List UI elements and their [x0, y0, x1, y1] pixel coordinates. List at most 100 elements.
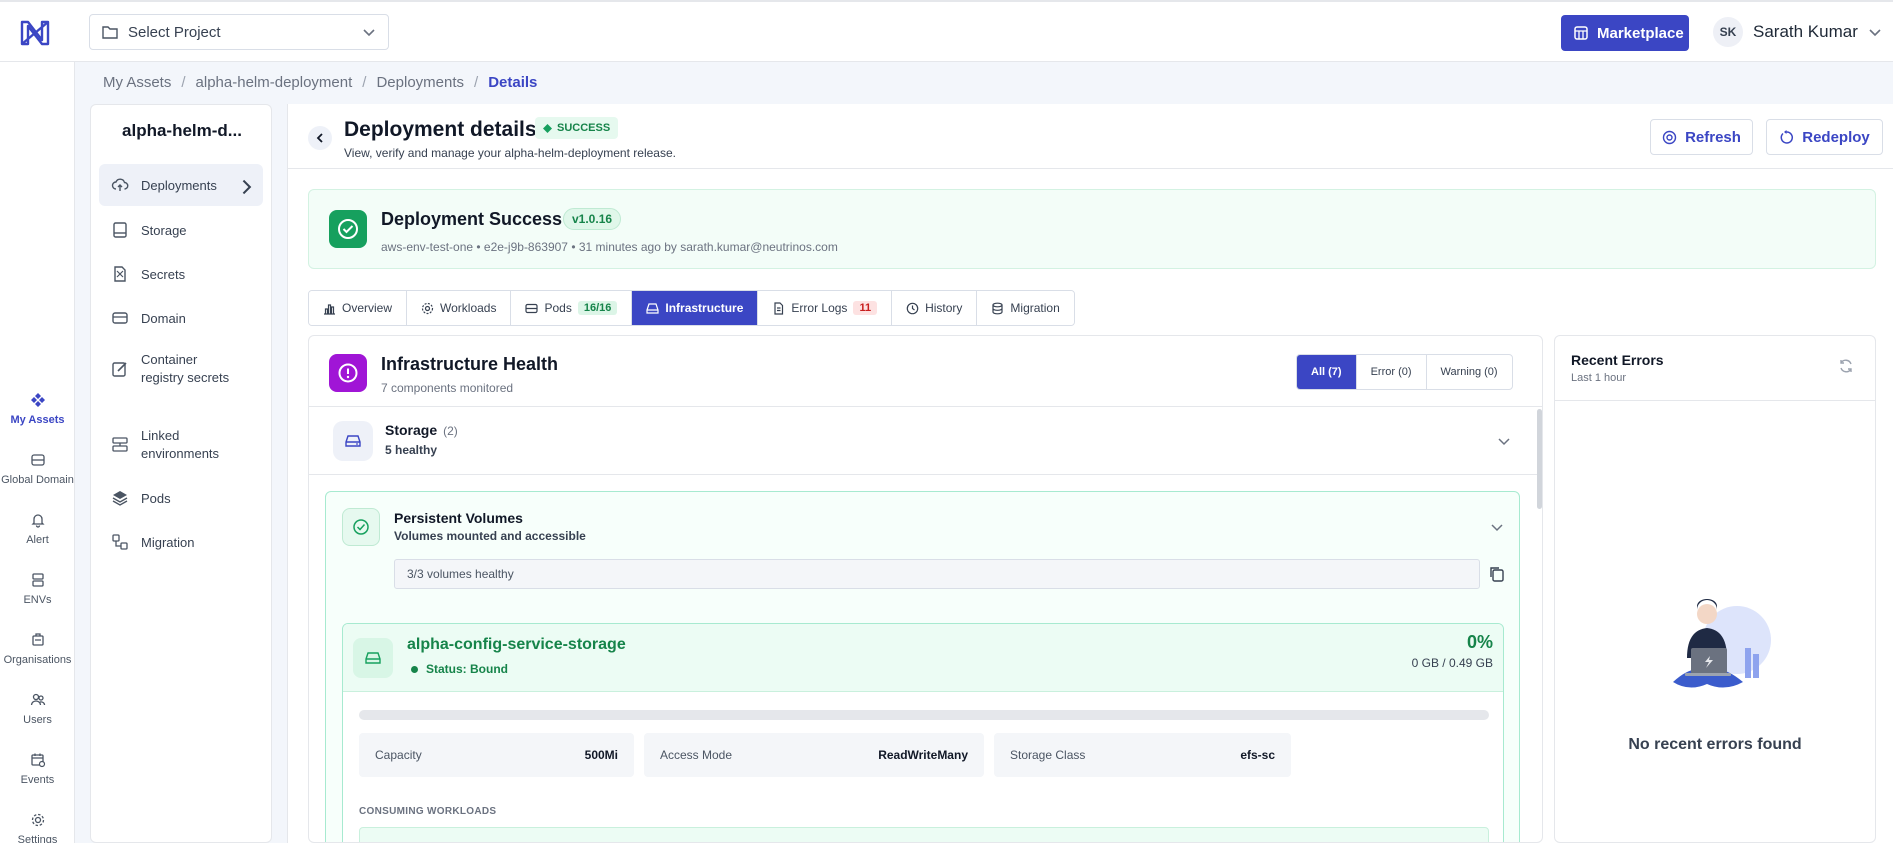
rail-item-my-assets[interactable]: My Assets — [0, 392, 75, 426]
project-select[interactable]: Select Project — [89, 14, 389, 50]
sidebar-item-label: Migration — [141, 534, 195, 550]
rail-item-alert[interactable]: Alert — [0, 512, 75, 546]
linked-env-icon — [111, 436, 129, 454]
deployment-meta: aws-env-test-one • e2e-j9b-863907 • 31 m… — [381, 240, 838, 254]
refresh-icon[interactable] — [1838, 358, 1854, 374]
rail-item-settings[interactable]: Settings — [0, 812, 75, 843]
database-icon — [991, 302, 1004, 315]
recent-errors-subtitle: Last 1 hour — [1571, 372, 1627, 384]
consuming-workload-item[interactable] — [359, 827, 1489, 842]
breadcrumb-my-assets[interactable]: My Assets — [103, 74, 171, 91]
refresh-button[interactable]: Refresh — [1650, 119, 1753, 155]
rail-item-label: Events — [20, 774, 55, 786]
page-subtitle: View, verify and manage your alpha-helm-… — [344, 146, 676, 160]
rail-item-label: Users — [23, 714, 52, 726]
rail-item-events[interactable]: Events — [0, 752, 75, 786]
sidebar-item-migration[interactable]: Migration — [99, 533, 263, 551]
edit-icon — [111, 360, 129, 378]
page-title: Deployment details — [344, 118, 537, 141]
chart-icon — [323, 302, 336, 315]
rail-item-users[interactable]: Users — [0, 692, 75, 726]
sidebar-item-storage[interactable]: Storage — [99, 221, 263, 239]
infrastructure-title: Infrastructure Health — [381, 354, 559, 374]
building-icon — [30, 632, 46, 648]
breadcrumb-deployment[interactable]: alpha-helm-deployment — [196, 74, 353, 91]
consuming-workloads-label: CONSUMING WORKLOADS — [359, 806, 497, 817]
divider — [1555, 400, 1875, 401]
refresh-label: Refresh — [1685, 128, 1741, 146]
sidebar-item-label: Deployments — [141, 177, 217, 193]
sidebar-item-linked-environments[interactable]: Linked environments — [99, 427, 263, 463]
storage-title: Storage (2) — [385, 422, 458, 438]
sidebar-item-label: Pods — [141, 490, 171, 506]
tab-history[interactable]: History — [892, 291, 978, 325]
hdd-icon — [333, 421, 373, 461]
breadcrumb-separator: / — [181, 74, 186, 91]
rail-item-organisations[interactable]: Organisations — [0, 632, 75, 666]
prop-storage-class: Storage Class efs-sc — [994, 733, 1291, 777]
prop-value: 500Mi — [584, 748, 618, 762]
volume-header: alpha-config-service-storage Status: Bou… — [343, 624, 1503, 692]
gear-icon — [30, 812, 46, 828]
deployment-success-card: Deployment Success v1.0.16 aws-env-test-… — [308, 189, 1876, 269]
sidebar-item-container-registry[interactable]: Container registry secrets — [99, 351, 263, 387]
chevron-down-icon[interactable] — [1490, 520, 1504, 534]
tab-label: Pods — [544, 301, 572, 315]
chevron-down-icon[interactable] — [1497, 434, 1511, 448]
tab-workloads[interactable]: Workloads — [407, 291, 512, 325]
scrollbar[interactable] — [1537, 409, 1542, 509]
check-circle-icon — [342, 508, 380, 546]
tab-infrastructure[interactable]: Infrastructure — [632, 291, 759, 325]
filter-all[interactable]: All (7) — [1297, 355, 1357, 389]
volume-name: alpha-config-service-storage — [407, 636, 626, 653]
asset-title: alpha-helm-d... — [122, 121, 242, 140]
sidebar-item-secrets[interactable]: Secrets — [99, 265, 263, 283]
chevron-down-icon — [362, 25, 376, 39]
sidebar-item-label: Storage — [141, 222, 187, 238]
domain-icon — [111, 309, 129, 327]
cubes-icon — [30, 392, 46, 408]
prop-label: Capacity — [375, 748, 422, 762]
pv-subtitle: Volumes mounted and accessible — [394, 529, 586, 543]
user-menu[interactable]: SK Sarath Kumar — [1713, 17, 1882, 47]
tab-error-logs[interactable]: Error Logs 11 — [758, 291, 893, 325]
tab-label: Overview — [342, 301, 393, 315]
store-icon — [1573, 25, 1589, 41]
version-badge: v1.0.16 — [563, 208, 622, 230]
tab-pods[interactable]: Pods 16/16 — [511, 291, 633, 325]
file-icon — [772, 301, 785, 315]
filter-error[interactable]: Error (0) — [1357, 355, 1427, 389]
sidebar-item-domain[interactable]: Domain — [99, 309, 263, 327]
alert-circle-icon — [329, 354, 367, 392]
detail-tabs: Overview Workloads Pods 16/16 Infrastruc… — [308, 290, 1075, 326]
calendar-icon — [30, 752, 46, 768]
tab-migration[interactable]: Migration — [977, 291, 1074, 325]
marketplace-label: Marketplace — [1597, 24, 1684, 42]
rail-item-envs[interactable]: ENVs — [0, 572, 75, 606]
filter-warning[interactable]: Warning (0) — [1427, 355, 1512, 389]
redeploy-button[interactable]: Redeploy — [1766, 119, 1883, 155]
rail-item-global-domain[interactable]: Global Domain — [0, 452, 75, 486]
top-bar: Select Project Marketplace SK Sarath Kum… — [0, 0, 1893, 62]
health-filter: All (7) Error (0) Warning (0) — [1296, 354, 1513, 390]
left-rail: My Assets Global Domain Alert ENVs Organ… — [0, 62, 75, 843]
storage-count: (2) — [443, 424, 458, 438]
storage-section-header[interactable]: Storage (2) 5 healthy — [309, 407, 1542, 475]
prop-label: Access Mode — [660, 748, 733, 762]
refresh-icon — [1662, 130, 1677, 145]
breadcrumb-deployments[interactable]: Deployments — [376, 74, 464, 91]
app-logo-icon[interactable] — [18, 18, 52, 48]
persistent-volumes-card: Persistent Volumes Volumes mounted and a… — [325, 491, 1520, 842]
chevron-down-icon — [1868, 25, 1882, 39]
clock-icon — [906, 302, 919, 315]
sidebar-item-deployments[interactable]: Deployments — [99, 164, 263, 206]
storage-health: 5 healthy — [385, 443, 438, 457]
sidebar-item-pods[interactable]: Pods — [99, 489, 263, 507]
tab-overview[interactable]: Overview — [309, 291, 408, 325]
copy-icon[interactable] — [1488, 565, 1506, 583]
tab-label: Workloads — [440, 301, 497, 315]
marketplace-button[interactable]: Marketplace — [1561, 15, 1689, 51]
redeploy-icon — [1779, 129, 1794, 145]
cloud-upload-icon — [111, 176, 129, 194]
back-button[interactable] — [308, 126, 332, 150]
